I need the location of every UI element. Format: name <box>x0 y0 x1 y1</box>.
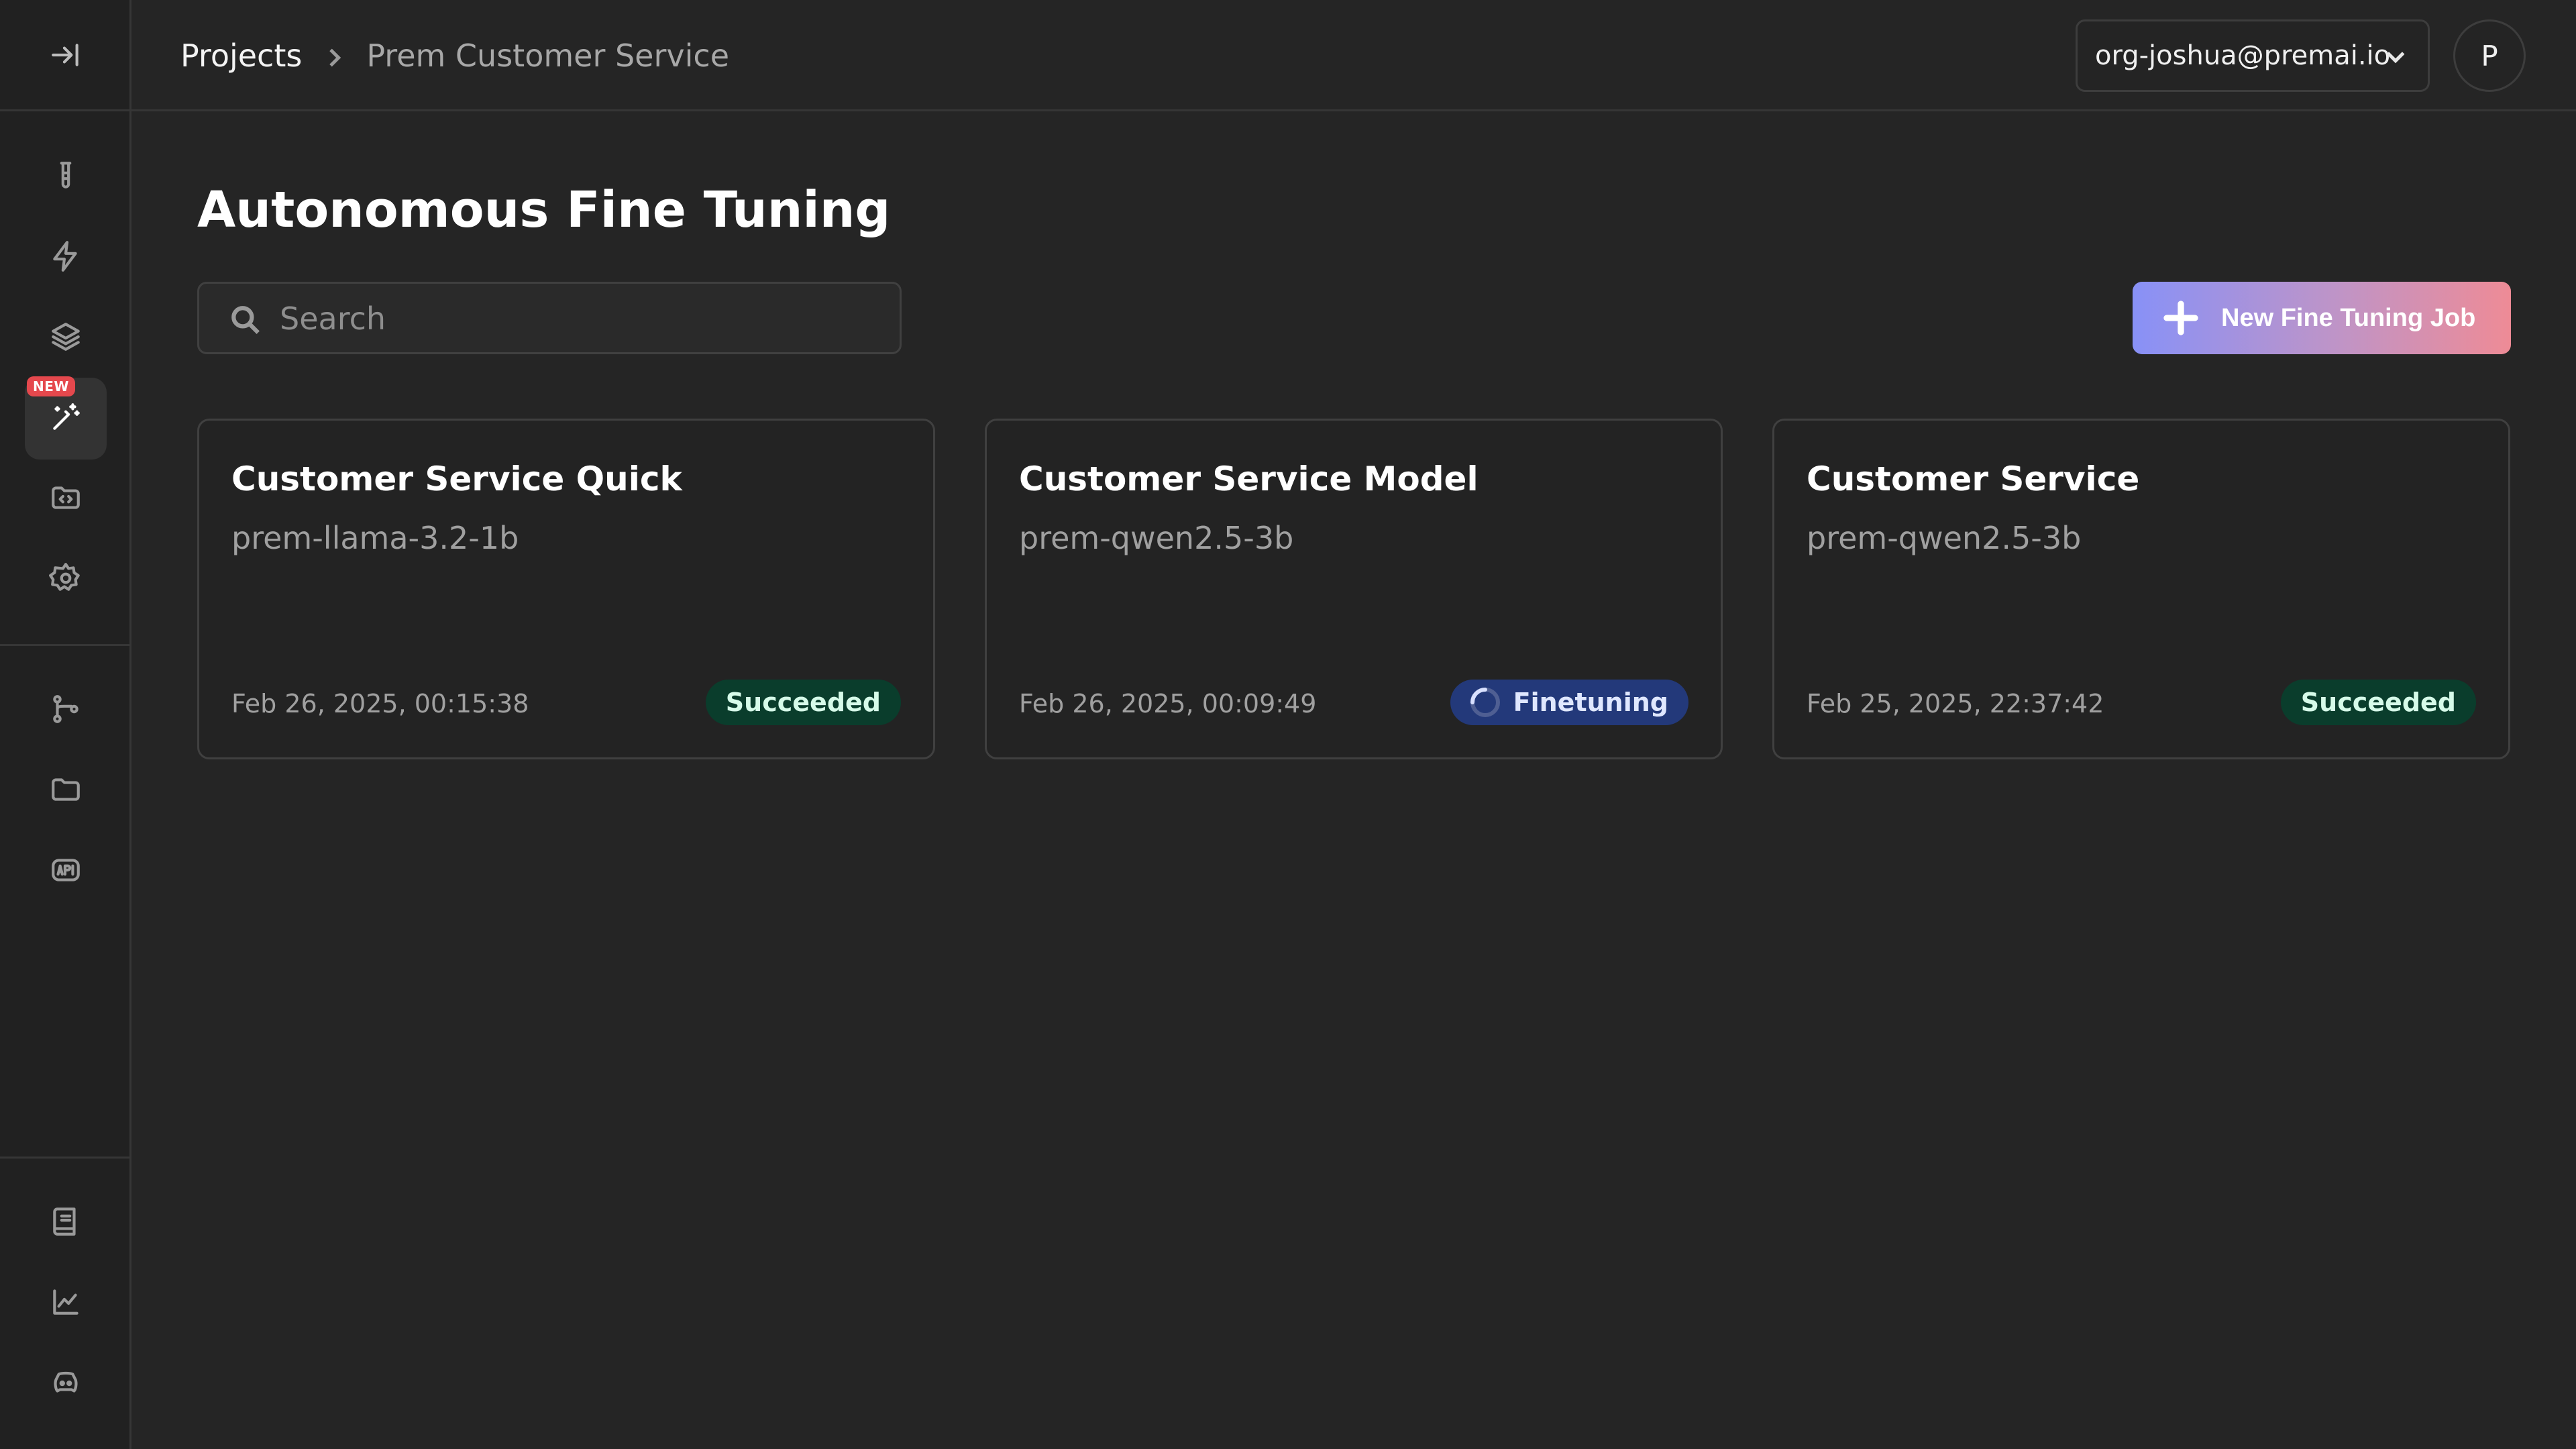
job-date: Feb 26, 2025, 00:09:49 <box>1019 689 1317 718</box>
test-tube-icon <box>49 159 83 195</box>
collapse-right-icon <box>49 38 83 72</box>
plus-icon <box>2162 299 2200 337</box>
chevron-down-icon <box>2382 43 2409 70</box>
code-folder-icon <box>49 481 83 517</box>
job-model: prem-llama-3.2-1b <box>231 520 519 556</box>
spinner-icon <box>1469 686 1501 718</box>
status-badge: Succeeded <box>705 680 901 725</box>
new-badge: NEW <box>27 376 75 396</box>
git-branch-icon <box>49 692 83 729</box>
sidebar-item-datasets[interactable] <box>25 297 107 379</box>
chart-line-icon <box>49 1285 83 1322</box>
sidebar-item-docs[interactable] <box>25 1182 107 1264</box>
new-fine-tuning-job-label: New Fine Tuning Job <box>2221 303 2476 332</box>
search-icon <box>229 303 262 337</box>
status-badge: Finetuning <box>1450 680 1688 725</box>
top-header: Projects Prem Customer Service org-joshu… <box>131 0 2576 111</box>
sidebar: NEW <box>0 0 131 1449</box>
job-title: Customer Service Quick <box>231 460 682 498</box>
job-card[interactable]: Customer Service prem-qwen2.5-3b Feb 25,… <box>1772 419 2510 759</box>
sidebar-item-api[interactable] <box>25 830 107 912</box>
search-box <box>197 282 902 354</box>
breadcrumb-current-project: Prem Customer Service <box>366 38 729 74</box>
folder-icon <box>49 773 83 809</box>
sidebar-item-playground[interactable] <box>25 136 107 218</box>
magic-wand-icon <box>49 400 83 437</box>
layers-icon <box>49 320 83 356</box>
sidebar-divider <box>0 1157 131 1159</box>
sidebar-divider <box>0 644 131 646</box>
job-model: prem-qwen2.5-3b <box>1807 520 2082 556</box>
discord-icon <box>49 1366 83 1402</box>
page-title: Autonomous Fine Tuning <box>197 181 891 239</box>
job-model: prem-qwen2.5-3b <box>1019 520 1294 556</box>
sidebar-item-analytics[interactable] <box>25 1263 107 1344</box>
job-card[interactable]: Customer Service Quick prem-llama-3.2-1b… <box>197 419 935 759</box>
breadcrumb-projects-link[interactable]: Projects <box>180 38 302 74</box>
sidebar-item-discord[interactable] <box>25 1343 107 1425</box>
chevron-right-icon <box>321 42 347 69</box>
sidebar-item-versions[interactable] <box>25 669 107 751</box>
status-label: Succeeded <box>725 688 881 717</box>
notebook-icon <box>49 1205 83 1241</box>
job-card[interactable]: Customer Service Model prem-qwen2.5-3b F… <box>985 419 1723 759</box>
app-root: NEW Projects Prem Customer Service org-j… <box>0 0 2576 1449</box>
status-label: Finetuning <box>1513 688 1668 717</box>
gear-icon <box>49 561 83 598</box>
sidebar-item-settings[interactable] <box>25 539 107 621</box>
org-selector[interactable]: org-joshua@premai.io <box>2076 19 2430 92</box>
sidebar-collapse-button[interactable] <box>0 0 131 111</box>
job-title: Customer Service Model <box>1019 460 1479 498</box>
sidebar-item-code[interactable] <box>25 458 107 540</box>
job-date: Feb 26, 2025, 00:15:38 <box>231 689 529 718</box>
user-avatar[interactable]: P <box>2453 19 2526 92</box>
sidebar-item-files[interactable] <box>25 750 107 832</box>
bolt-icon <box>49 239 83 276</box>
sidebar-item-launchpad[interactable] <box>25 217 107 299</box>
breadcrumb: Projects Prem Customer Service <box>180 0 729 111</box>
job-date: Feb 25, 2025, 22:37:42 <box>1807 689 2104 718</box>
org-selector-value: org-joshua@premai.io <box>2095 40 2391 71</box>
new-fine-tuning-job-button[interactable]: New Fine Tuning Job <box>2133 282 2511 354</box>
api-icon <box>49 853 83 890</box>
search-input[interactable] <box>280 297 883 340</box>
job-title: Customer Service <box>1807 460 2140 498</box>
status-badge: Succeeded <box>2280 680 2476 725</box>
status-label: Succeeded <box>2300 688 2456 717</box>
